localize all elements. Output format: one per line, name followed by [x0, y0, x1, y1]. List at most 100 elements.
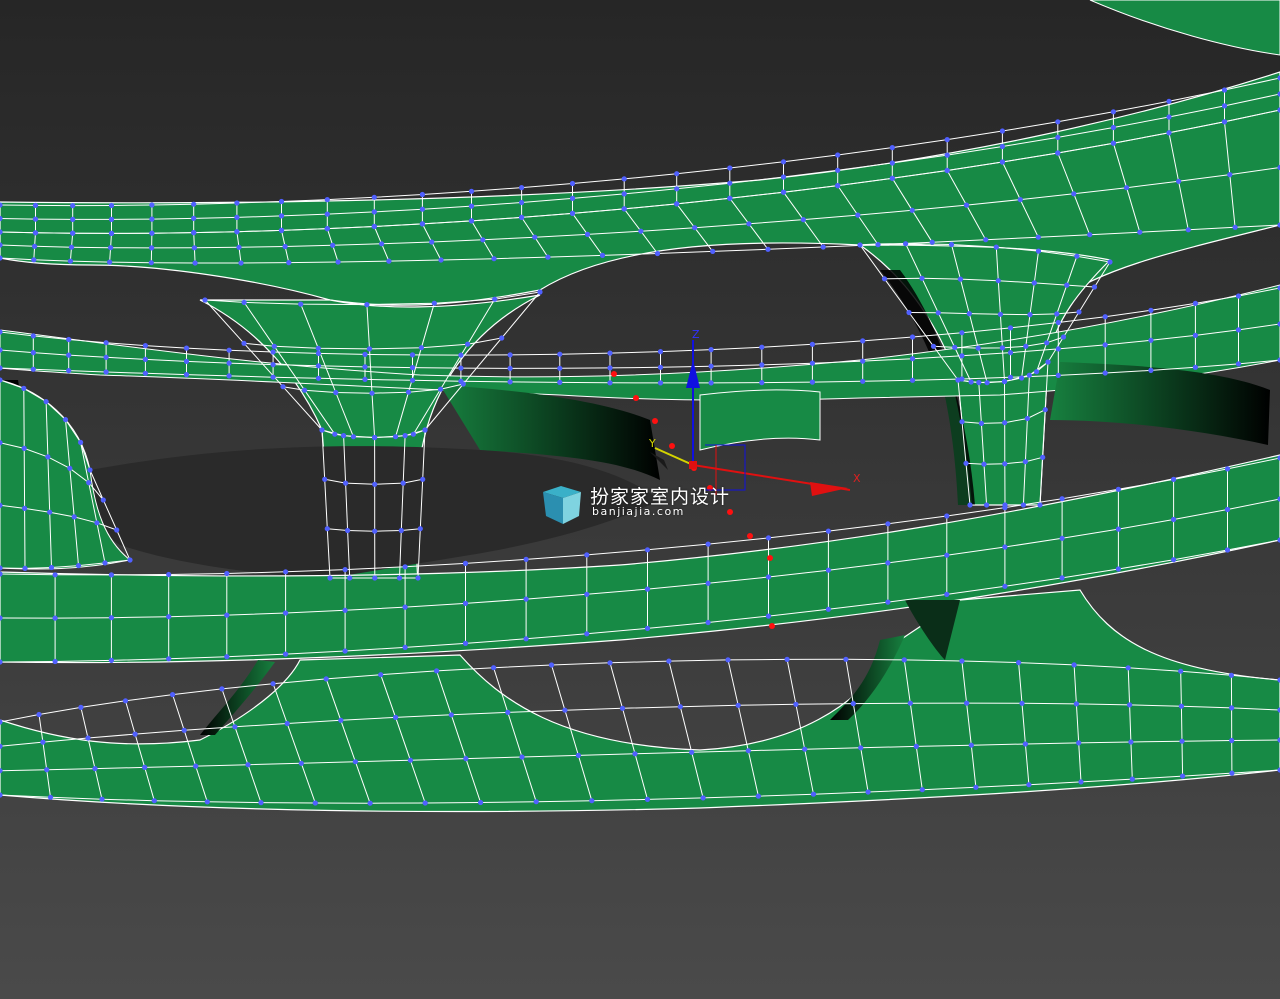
- mesh-vertex[interactable]: [607, 660, 613, 666]
- mesh-vertex[interactable]: [343, 480, 349, 486]
- mesh-vertex[interactable]: [1055, 150, 1061, 156]
- mesh-vertex[interactable]: [835, 167, 841, 173]
- mesh-vertex[interactable]: [1128, 739, 1134, 745]
- mesh-vertex[interactable]: [45, 454, 51, 460]
- mesh-vertex[interactable]: [705, 580, 711, 586]
- mesh-vertex[interactable]: [1224, 466, 1231, 472]
- mesh-vertex[interactable]: [415, 575, 421, 581]
- mesh-vertex[interactable]: [1178, 703, 1184, 709]
- mesh-vertex[interactable]: [1064, 282, 1070, 288]
- mesh-vertex[interactable]: [191, 215, 197, 221]
- mesh-vertex[interactable]: [284, 720, 290, 727]
- mesh-vertex[interactable]: [1127, 702, 1133, 708]
- mesh-vertex[interactable]: [913, 743, 919, 750]
- mesh-vertex[interactable]: [362, 376, 368, 382]
- mesh-vertex[interactable]: [327, 575, 333, 581]
- mesh-vertex[interactable]: [1180, 773, 1186, 779]
- mesh-vertex[interactable]: [889, 145, 895, 151]
- mesh-vertex[interactable]: [906, 309, 912, 316]
- mesh-vertex[interactable]: [747, 533, 753, 539]
- mesh-vertex[interactable]: [1235, 361, 1242, 367]
- mesh-vertex[interactable]: [944, 552, 950, 558]
- mesh-vertex[interactable]: [407, 757, 413, 763]
- mesh-vertex[interactable]: [519, 185, 525, 191]
- mesh-vertex[interactable]: [759, 380, 765, 386]
- mesh-vertex[interactable]: [999, 128, 1006, 134]
- mesh-vertex[interactable]: [372, 528, 378, 534]
- mesh-vertex[interactable]: [1071, 662, 1077, 668]
- mesh-vertex[interactable]: [957, 276, 964, 282]
- mesh-vertex[interactable]: [70, 203, 76, 209]
- mesh-vertex[interactable]: [319, 427, 325, 433]
- mesh-vertex[interactable]: [499, 335, 505, 341]
- mesh-vertex[interactable]: [1002, 461, 1008, 467]
- mesh-vertex[interactable]: [402, 433, 408, 439]
- mesh-vertex[interactable]: [519, 199, 525, 206]
- mesh-vertex[interactable]: [557, 379, 563, 385]
- mesh-vertex[interactable]: [70, 230, 76, 236]
- mesh-vertex[interactable]: [371, 194, 377, 200]
- mesh-vertex[interactable]: [402, 644, 408, 651]
- mesh-vertex[interactable]: [465, 341, 471, 347]
- mesh-vertex[interactable]: [241, 299, 247, 305]
- mesh-vertex[interactable]: [52, 658, 58, 665]
- mesh-vertex[interactable]: [1054, 311, 1060, 317]
- mesh-vertex[interactable]: [43, 399, 49, 405]
- mesh-vertex[interactable]: [705, 619, 711, 626]
- mesh-vertex[interactable]: [1171, 516, 1177, 523]
- mesh-vertex[interactable]: [315, 350, 322, 356]
- mesh-vertex[interactable]: [322, 476, 328, 482]
- mesh-vertex[interactable]: [964, 700, 970, 706]
- mesh-vertex[interactable]: [963, 460, 969, 466]
- mesh-vertex[interactable]: [575, 752, 582, 759]
- mesh-vertex[interactable]: [1110, 124, 1116, 131]
- mesh-vertex[interactable]: [32, 216, 39, 222]
- mesh-vertex[interactable]: [149, 216, 155, 222]
- mesh-vertex[interactable]: [166, 614, 172, 620]
- mesh-vertex[interactable]: [889, 160, 895, 166]
- mesh-vertex[interactable]: [809, 379, 816, 385]
- mesh-vertex[interactable]: [907, 700, 913, 706]
- mesh-vertex[interactable]: [1001, 378, 1008, 385]
- mesh-vertex[interactable]: [1034, 369, 1040, 375]
- mesh-vertex[interactable]: [108, 202, 115, 209]
- mesh-vertex[interactable]: [981, 461, 987, 467]
- mesh-vertex[interactable]: [87, 467, 93, 473]
- mesh-vertex[interactable]: [458, 378, 464, 384]
- mesh-vertex[interactable]: [149, 230, 155, 236]
- mesh-vertex[interactable]: [1037, 502, 1043, 508]
- mesh-vertex[interactable]: [78, 439, 84, 445]
- mesh-vertex[interactable]: [944, 591, 950, 598]
- mesh-vertex[interactable]: [324, 211, 330, 217]
- mesh-vertex[interactable]: [362, 351, 368, 357]
- mesh-vertex[interactable]: [825, 606, 832, 612]
- mesh-vertex[interactable]: [108, 657, 114, 664]
- mesh-vertex[interactable]: [984, 502, 990, 508]
- mesh-vertex[interactable]: [1148, 307, 1154, 313]
- mesh-vertex[interactable]: [1166, 130, 1172, 136]
- mesh-vertex[interactable]: [735, 702, 741, 708]
- mesh-vertex[interactable]: [959, 376, 965, 382]
- mesh-vertex[interactable]: [959, 658, 965, 664]
- mesh-vertex[interactable]: [335, 259, 341, 265]
- mesh-vertex[interactable]: [1229, 770, 1235, 776]
- mesh-vertex[interactable]: [312, 800, 318, 806]
- mesh-vertex[interactable]: [997, 311, 1004, 317]
- mesh-vertex[interactable]: [270, 681, 276, 687]
- mesh-vertex[interactable]: [103, 354, 109, 360]
- mesh-vertex[interactable]: [557, 365, 563, 371]
- mesh-vertex[interactable]: [1055, 319, 1061, 326]
- mesh-vertex[interactable]: [767, 555, 773, 561]
- mesh-vertex[interactable]: [66, 368, 72, 374]
- mesh-vertex[interactable]: [1229, 737, 1235, 744]
- mesh-vertex[interactable]: [491, 665, 497, 671]
- mesh-vertex[interactable]: [419, 206, 425, 212]
- mesh-vertex[interactable]: [92, 766, 98, 772]
- mesh-vertex[interactable]: [999, 345, 1006, 351]
- mesh-vertex[interactable]: [1192, 300, 1198, 306]
- mesh-vertex[interactable]: [1019, 375, 1025, 381]
- mesh-vertex[interactable]: [149, 202, 155, 208]
- mesh-vertex[interactable]: [507, 379, 513, 385]
- mesh-vertex[interactable]: [324, 197, 330, 203]
- mesh-vertex[interactable]: [298, 301, 304, 307]
